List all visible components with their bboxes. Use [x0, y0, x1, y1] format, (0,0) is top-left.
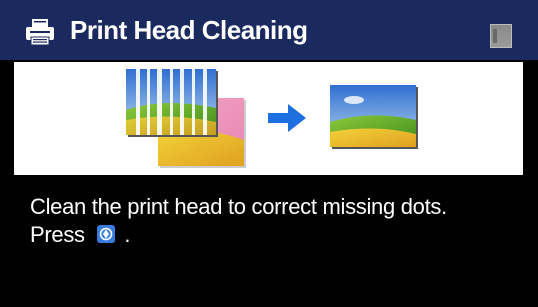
- illustration-panel: [14, 62, 523, 175]
- lcd-screen: Print Head Cleaning Clean the print head…: [0, 0, 538, 307]
- press-label: Press: [30, 222, 85, 247]
- start-button-icon: [96, 225, 115, 244]
- instruction-line-1: Clean the print head to correct missing …: [30, 194, 447, 219]
- clean-print-icon: [330, 85, 418, 149]
- ink-level-icon[interactable]: [490, 24, 512, 48]
- right-arrow-icon: [268, 104, 306, 132]
- streaked-print-icon: [126, 69, 246, 168]
- page-title: Print Head Cleaning: [70, 15, 308, 45]
- instruction-message: Clean the print head to correct missing …: [30, 193, 520, 249]
- printer-icon: [26, 19, 54, 46]
- instruction-line-2: Press .: [30, 221, 520, 249]
- title-bar: Print Head Cleaning: [0, 0, 538, 60]
- press-suffix: .: [124, 222, 131, 247]
